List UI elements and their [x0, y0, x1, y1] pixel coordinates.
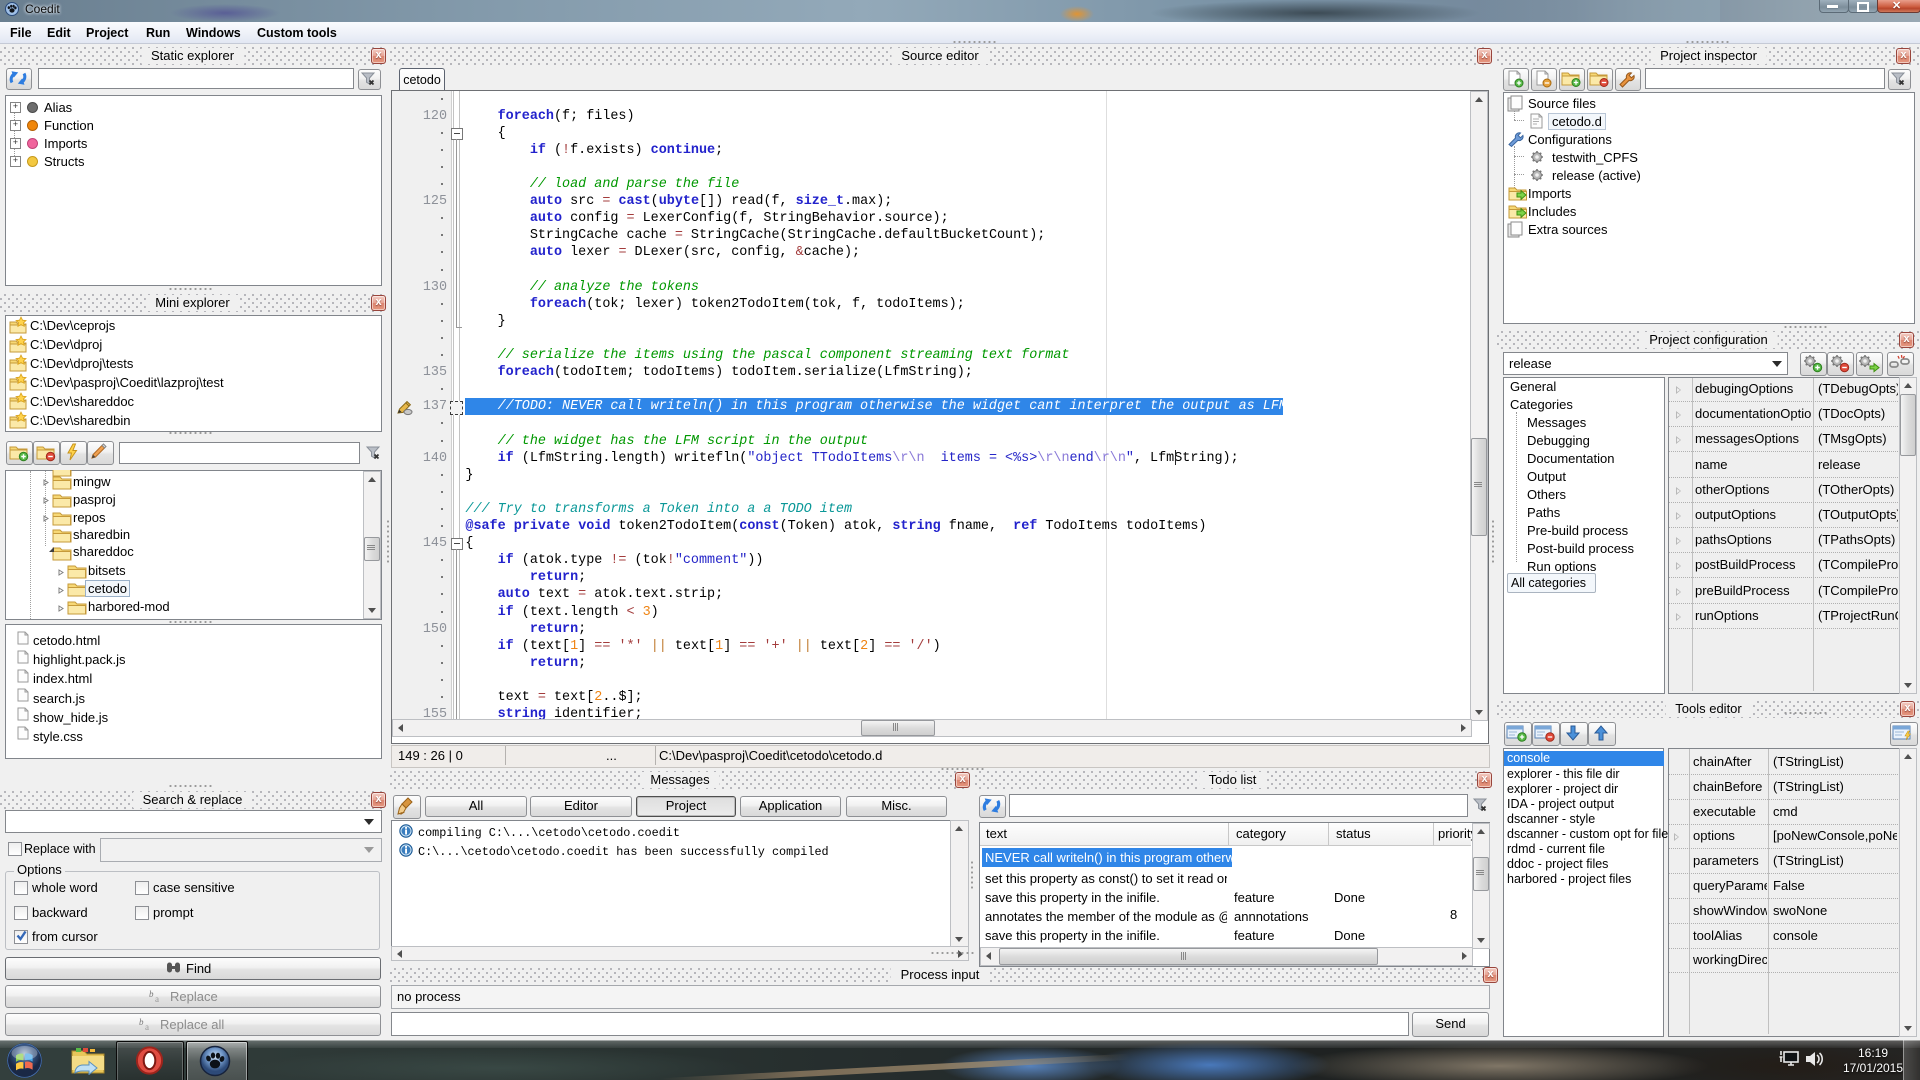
svg-text:b: b [139, 1017, 144, 1027]
svg-text:a: a [155, 994, 159, 1003]
svg-text:b: b [149, 989, 154, 999]
svg-text:a: a [145, 1022, 149, 1031]
